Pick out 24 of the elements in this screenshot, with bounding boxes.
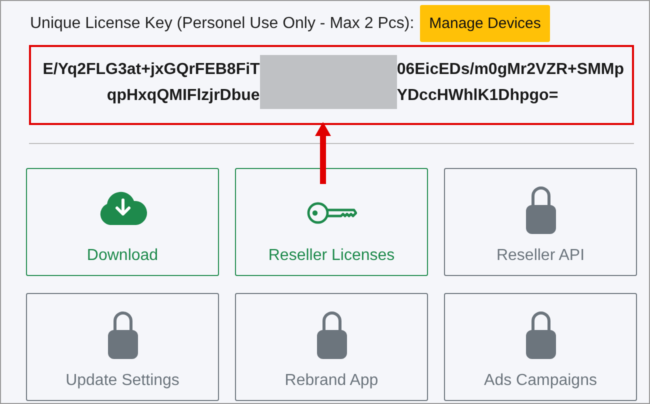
padlock-icon xyxy=(106,310,138,360)
feature-tile[interactable]: Reseller Licenses xyxy=(235,168,428,276)
license-key-label: Unique License Key (Personel Use Only - Max 2 Pcs): xyxy=(30,14,414,32)
license-key-text: YDccHWhlK1Dhpgo= xyxy=(396,86,560,106)
tile-label: Reseller API xyxy=(496,247,585,265)
tile-label: Download xyxy=(86,247,158,265)
manage-devices-button[interactable]: Manage Devices xyxy=(420,5,550,42)
license-key-text: 06EicEDs/m0gMr2VZR+SMMp xyxy=(396,60,624,80)
feature-tile[interactable]: Download xyxy=(26,168,219,276)
feature-tile[interactable]: Update Settings xyxy=(26,293,219,401)
feature-tile[interactable]: Ads Campaigns xyxy=(444,293,637,401)
license-key-text: qpHxqQMIFlzjrDbue xyxy=(106,86,260,106)
key-icon xyxy=(306,201,356,225)
license-key-text: E/Yq2FLG3at+jxGQrFEB8FiT xyxy=(42,60,260,80)
tile-label: Ads Campaigns xyxy=(484,372,597,390)
tile-label: Reseller Licenses xyxy=(268,247,395,265)
padlock-icon xyxy=(316,310,348,360)
feature-tile[interactable]: Rebrand App xyxy=(235,293,428,401)
tile-label: Update Settings xyxy=(66,372,180,390)
cloud-download-icon xyxy=(98,191,148,225)
padlock-icon xyxy=(524,185,556,235)
feature-tile[interactable]: Reseller API xyxy=(444,168,637,276)
padlock-icon xyxy=(524,310,556,360)
tile-label: Rebrand App xyxy=(284,372,378,390)
